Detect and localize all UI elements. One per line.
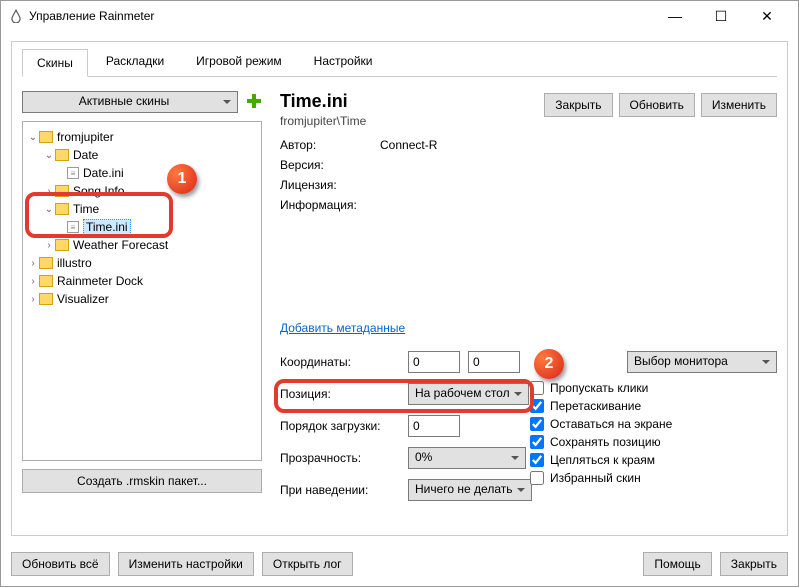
active-skins-dropdown[interactable]: Активные скины [22, 91, 238, 113]
folder-icon [55, 239, 69, 251]
chk-drag[interactable]: Перетаскивание [530, 399, 672, 413]
tab-game[interactable]: Игровой режим [182, 48, 296, 76]
position-dropdown[interactable]: На рабочем стол [408, 383, 529, 405]
tree-item[interactable]: Time [73, 202, 99, 216]
tab-settings[interactable]: Настройки [300, 48, 387, 76]
tab-bar: Скины Раскладки Игровой режим Настройки [22, 48, 777, 77]
author-label: Автор: [280, 138, 380, 152]
transparency-dropdown[interactable]: 0% [408, 447, 526, 469]
close-app-button[interactable]: Закрыть [720, 552, 788, 576]
tree-item[interactable]: Weather Forecast [73, 238, 168, 252]
close-button[interactable]: ✕ [744, 1, 790, 31]
position-label: Позиция: [280, 387, 400, 401]
folder-icon [39, 293, 53, 305]
help-button[interactable]: Помощь [643, 552, 711, 576]
load-order-input[interactable] [408, 415, 460, 437]
folder-icon [39, 257, 53, 269]
tree-item-selected[interactable]: Time.ini [83, 219, 131, 235]
tree-item[interactable]: Visualizer [57, 292, 109, 306]
hover-label: При наведении: [280, 483, 400, 497]
app-icon [9, 9, 23, 23]
tree-item[interactable]: fromjupiter [57, 130, 114, 144]
author-value: Connect-R [380, 138, 777, 152]
chk-click[interactable]: Пропускать клики [530, 381, 672, 395]
chk-snap[interactable]: Цепляться к краям [530, 453, 672, 467]
file-icon: ≡ [67, 221, 79, 233]
add-metadata-link[interactable]: Добавить метаданные [280, 321, 405, 335]
tab-layouts[interactable]: Раскладки [92, 48, 178, 76]
folder-icon [55, 185, 69, 197]
minimize-button[interactable]: — [652, 1, 698, 31]
folder-icon [39, 131, 53, 143]
close-skin-button[interactable]: Закрыть [544, 93, 612, 117]
hover-dropdown[interactable]: Ничего не делать [408, 479, 532, 501]
chk-pos[interactable]: Сохранять позицию [530, 435, 672, 449]
edit-skin-button[interactable]: Изменить [701, 93, 777, 117]
maximize-button[interactable]: ☐ [698, 1, 744, 31]
edit-settings-button[interactable]: Изменить настройки [118, 552, 254, 576]
tree-item[interactable]: Date [73, 148, 98, 162]
folder-icon [55, 203, 69, 215]
coord-y-input[interactable] [468, 351, 520, 373]
skin-tree[interactable]: ⌄fromjupiter ⌄Date ≡Date.ini ›Song Info … [22, 121, 262, 461]
tree-item[interactable]: illustro [57, 256, 92, 270]
refresh-skin-button[interactable]: Обновить [619, 93, 695, 117]
tree-item[interactable]: Rainmeter Dock [57, 274, 143, 288]
license-label: Лицензия: [280, 178, 380, 192]
tab-skins[interactable]: Скины [22, 49, 88, 77]
folder-icon [39, 275, 53, 287]
load-order-label: Порядок загрузки: [280, 419, 400, 433]
tree-item[interactable]: Song Info [73, 184, 124, 198]
titlebar: Управление Rainmeter — ☐ ✕ [1, 1, 798, 31]
file-icon: ≡ [67, 167, 79, 179]
version-label: Версия: [280, 158, 380, 172]
refresh-all-button[interactable]: Обновить всё [11, 552, 110, 576]
add-skin-icon[interactable] [246, 93, 262, 112]
chk-fav[interactable]: Избранный скин [530, 471, 672, 485]
transparency-label: Прозрачность: [280, 451, 400, 465]
chk-screen[interactable]: Оставаться на экране [530, 417, 672, 431]
tree-item[interactable]: Date.ini [83, 166, 124, 180]
monitor-dropdown[interactable]: Выбор монитора [627, 351, 777, 373]
open-log-button[interactable]: Открыть лог [262, 552, 353, 576]
coord-x-input[interactable] [408, 351, 460, 373]
create-rmskin-button[interactable]: Создать .rmskin пакет... [22, 469, 262, 493]
coords-label: Координаты: [280, 355, 400, 369]
info-label: Информация: [280, 198, 380, 212]
window-title: Управление Rainmeter [29, 9, 652, 23]
folder-icon [55, 149, 69, 161]
